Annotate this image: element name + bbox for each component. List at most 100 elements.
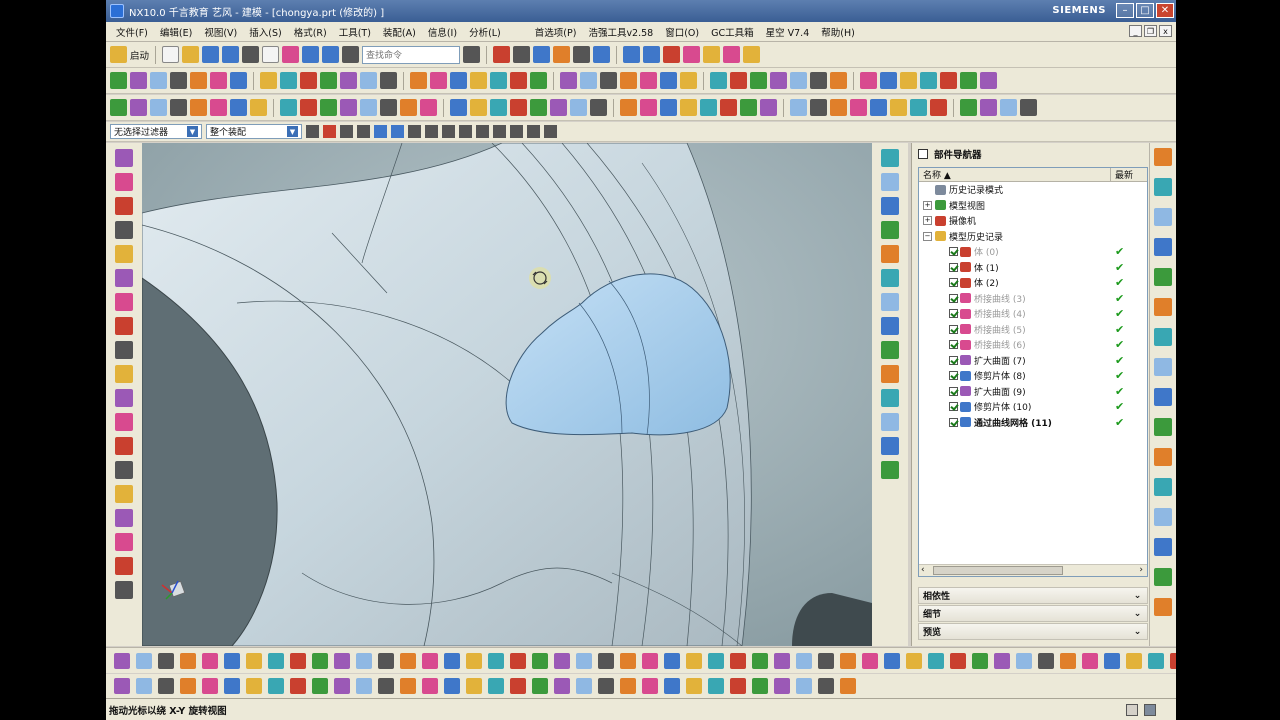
intersect-icon[interactable] — [760, 99, 777, 116]
shade-icon[interactable] — [334, 652, 350, 669]
tree-node[interactable]: 扩大曲面 (9) ✔ — [919, 384, 1147, 400]
plane-icon[interactable] — [290, 678, 306, 694]
fillet-icon[interactable] — [444, 678, 460, 694]
hole-icon[interactable] — [530, 99, 547, 116]
helix-icon[interactable] — [334, 678, 350, 694]
iso-view-icon[interactable] — [752, 652, 768, 669]
hole-icon[interactable] — [910, 99, 927, 116]
rotate-icon[interactable] — [180, 652, 196, 669]
line-icon[interactable] — [430, 72, 447, 89]
translucency-icon[interactable] — [972, 652, 988, 669]
arc-icon[interactable] — [180, 678, 196, 694]
curve-icon[interactable] — [554, 678, 570, 694]
edge-blend-icon[interactable] — [620, 99, 637, 116]
draft-icon[interactable] — [1020, 99, 1037, 116]
transform-icon[interactable] — [115, 581, 133, 599]
settings-icon[interactable] — [1154, 598, 1172, 616]
render-style-icon[interactable] — [553, 46, 571, 63]
extract-icon[interactable] — [960, 72, 977, 89]
arrow-right-icon[interactable] — [664, 652, 680, 669]
tree-node[interactable]: 历史记录模式 — [919, 182, 1147, 198]
extrude-icon[interactable] — [110, 99, 127, 116]
rotate-icon[interactable] — [620, 652, 636, 669]
zoom-icon[interactable] — [1016, 652, 1032, 669]
spline-icon[interactable] — [830, 72, 847, 89]
surface-icon[interactable] — [422, 678, 438, 694]
roles-icon[interactable] — [1154, 538, 1172, 556]
arc-icon[interactable] — [770, 72, 787, 89]
show-icon[interactable] — [466, 652, 482, 669]
point-icon[interactable] — [576, 678, 592, 694]
chevron-down-icon[interactable]: ⌄ — [1132, 608, 1143, 619]
hide-icon[interactable] — [884, 652, 900, 669]
chevron-down-icon[interactable]: ▼ — [187, 126, 198, 137]
subtract-icon[interactable] — [740, 99, 757, 116]
select-rect-icon[interactable] — [357, 125, 370, 138]
offset-face-icon[interactable] — [850, 99, 867, 116]
edge-blend-icon[interactable] — [230, 99, 247, 116]
intersect-icon[interactable] — [380, 99, 397, 116]
mirror-icon[interactable] — [300, 99, 317, 116]
color-map-icon[interactable] — [881, 413, 899, 431]
tree-node[interactable]: 桥接曲线 (5) ✔ — [919, 322, 1147, 338]
cylinder-icon[interactable] — [115, 197, 133, 215]
wireframe-icon[interactable] — [796, 652, 812, 669]
offset-curve-icon[interactable] — [560, 72, 577, 89]
view-cube-icon[interactable] — [533, 46, 551, 63]
arrow-left-icon[interactable] — [1082, 652, 1098, 669]
menu-item[interactable]: 分析(L) — [463, 25, 507, 39]
selection-filter-dropdown[interactable]: 无选择过滤器 ▼ — [110, 124, 202, 139]
polygon-icon[interactable] — [840, 678, 856, 694]
menu-item[interactable]: 帮助(H) — [815, 25, 861, 39]
line-icon[interactable] — [110, 72, 127, 89]
blank-icon[interactable] — [400, 652, 416, 669]
menu-item[interactable]: 格式(R) — [288, 25, 333, 39]
visibility-checkbox[interactable] — [949, 386, 958, 396]
line-icon[interactable] — [750, 72, 767, 89]
unite-icon[interactable] — [720, 99, 737, 116]
sweep-icon[interactable] — [360, 72, 377, 89]
iso-view-icon[interactable] — [312, 652, 328, 669]
command-finder-icon[interactable] — [342, 46, 360, 63]
zebra-icon[interactable] — [881, 365, 899, 383]
extract-icon[interactable] — [640, 72, 657, 89]
wcs-icon[interactable] — [663, 46, 681, 63]
curve-mesh-icon[interactable] — [660, 72, 677, 89]
point-icon[interactable] — [115, 341, 133, 359]
line-icon[interactable] — [158, 678, 174, 694]
edge-display-icon[interactable] — [950, 652, 966, 669]
trim-curve-icon[interactable] — [620, 72, 637, 89]
snap-center-icon[interactable] — [476, 125, 489, 138]
navigator-panel[interactable]: 细节 ⌄ — [918, 605, 1148, 622]
minimize-button[interactable]: – — [1116, 3, 1134, 18]
menu-item[interactable]: 浩强工具v2.58 — [582, 25, 659, 39]
snap-point-icon[interactable] — [510, 125, 523, 138]
face-icon[interactable] — [710, 72, 727, 89]
ellipse-icon[interactable] — [620, 678, 636, 694]
history-icon[interactable] — [1154, 328, 1172, 346]
menu-item[interactable]: 插入(S) — [243, 25, 287, 39]
sketch-icon[interactable] — [115, 149, 133, 167]
curve-mesh-icon[interactable] — [980, 72, 997, 89]
tree-node[interactable]: 体 (0) ✔ — [919, 244, 1147, 260]
circle-icon[interactable] — [790, 72, 807, 89]
copy-icon[interactable] — [302, 46, 320, 63]
circle-icon[interactable] — [510, 678, 526, 694]
tree-node[interactable]: 桥接曲线 (6) ✔ — [919, 337, 1147, 353]
line-icon[interactable] — [466, 678, 482, 694]
menu-item[interactable]: 装配(A) — [377, 25, 422, 39]
tree-node[interactable]: 体 (2) ✔ — [919, 275, 1147, 291]
draft-icon[interactable] — [250, 99, 267, 116]
front-view-icon[interactable] — [246, 652, 262, 669]
datum-axis-icon[interactable] — [115, 317, 133, 335]
show-hide-icon[interactable] — [703, 46, 721, 63]
expand-icon[interactable]: + — [923, 216, 932, 226]
shade-icon[interactable] — [774, 652, 790, 669]
chevron-down-icon[interactable]: ▼ — [287, 126, 298, 137]
latest-column-header[interactable]: 最新 — [1111, 168, 1133, 181]
menu-item[interactable]: 信息(I) — [422, 25, 463, 39]
translucency-icon[interactable] — [532, 652, 548, 669]
blend-icon[interactable] — [410, 72, 427, 89]
boss-icon[interactable] — [930, 99, 947, 116]
rectangle-icon[interactable] — [490, 72, 507, 89]
